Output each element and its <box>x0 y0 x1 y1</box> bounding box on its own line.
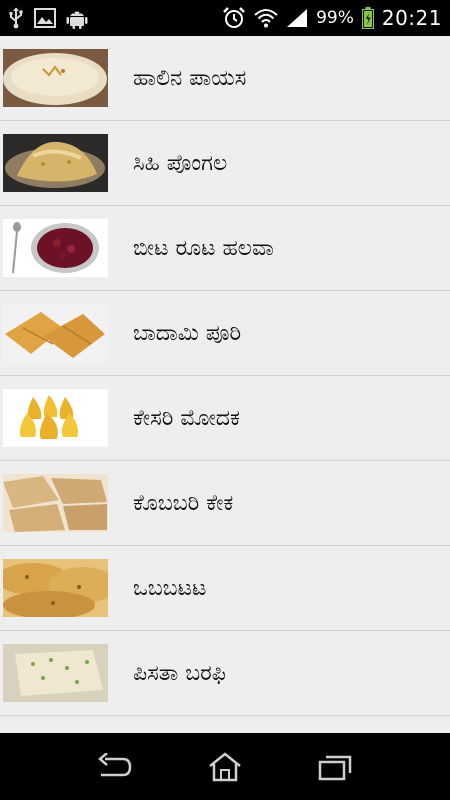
list-item[interactable]: ಕೇಸರಿ ಮೋದಕ <box>0 376 450 461</box>
back-button[interactable] <box>85 742 145 792</box>
recent-apps-icon <box>318 755 352 780</box>
list-item[interactable]: ಸಿಹಿ ಪೊಂಗಲ <box>0 121 450 206</box>
badami-puri-thumbnail <box>3 304 108 362</box>
list-item-label: ಕೇಸರಿ ಮೋದಕ <box>133 405 240 431</box>
home-button[interactable] <box>195 742 255 792</box>
list-item[interactable]: ಕೊಬಬರಿ ಕೇಕ <box>0 461 450 546</box>
list-item[interactable]: ಹಾಲಿನ ಪಾಯಸ <box>0 36 450 121</box>
list-item-label: ಒಬಬಟಟ <box>133 575 207 601</box>
recipe-list: ಹಾಲಿನ ಪಾಯಸ ಸಿಹಿ ಪೊಂಗಲ ಬೀಟ ರೂಟ ಹಲವಾ ಬಾದಾಮ… <box>0 36 450 733</box>
status-bar-right: 99% 20:21 <box>222 6 442 30</box>
list-item-label: ಬೀಟ ರೂಟ ಹಲವಾ <box>133 235 274 261</box>
status-bar: 99% 20:21 <box>0 0 450 36</box>
battery-percent: 99% <box>316 8 354 28</box>
image-icon <box>34 8 56 28</box>
pongal-thumbnail <box>3 134 108 192</box>
coconut-cake-thumbnail <box>3 474 108 532</box>
home-icon <box>209 751 241 781</box>
list-item-label: ಸಿಹಿ ಪೊಂಗಲ <box>133 150 228 176</box>
signal-icon <box>286 8 308 28</box>
list-item[interactable]: ಒಬಬಟಟ <box>0 546 450 631</box>
beetroot-halwa-thumbnail <box>3 219 108 277</box>
android-icon <box>66 7 88 29</box>
obbattu-thumbnail <box>3 559 108 617</box>
payasa-thumbnail <box>3 49 108 107</box>
recent-apps-button[interactable] <box>305 742 365 792</box>
back-icon <box>98 752 132 776</box>
kesari-modak-thumbnail <box>3 389 108 447</box>
list-item[interactable]: ಬಾದಾಮಿ ಪೂರಿ <box>0 291 450 376</box>
list-item-label: ಕೊಬಬರಿ ಕೇಕ <box>133 490 234 516</box>
list-item-label: ಹಾಲಿನ ಪಾಯಸ <box>133 65 247 91</box>
status-bar-left <box>8 7 88 29</box>
list-item-label: ಪಿಸತಾ ಬರಫಿ <box>133 660 226 686</box>
list-item-label: ಬಾದಾಮಿ ಪೂರಿ <box>133 320 242 346</box>
alarm-icon <box>222 6 246 30</box>
usb-icon <box>8 7 24 29</box>
wifi-icon <box>254 8 278 28</box>
list-item[interactable]: ಬೀಟ ರೂಟ ಹಲವಾ <box>0 206 450 291</box>
list-item[interactable]: ಪಿಸತಾ ಬರಫಿ <box>0 631 450 716</box>
pista-barfi-thumbnail <box>3 644 108 702</box>
clock: 20:21 <box>381 6 442 30</box>
battery-icon <box>361 7 374 29</box>
navigation-bar <box>0 733 450 800</box>
